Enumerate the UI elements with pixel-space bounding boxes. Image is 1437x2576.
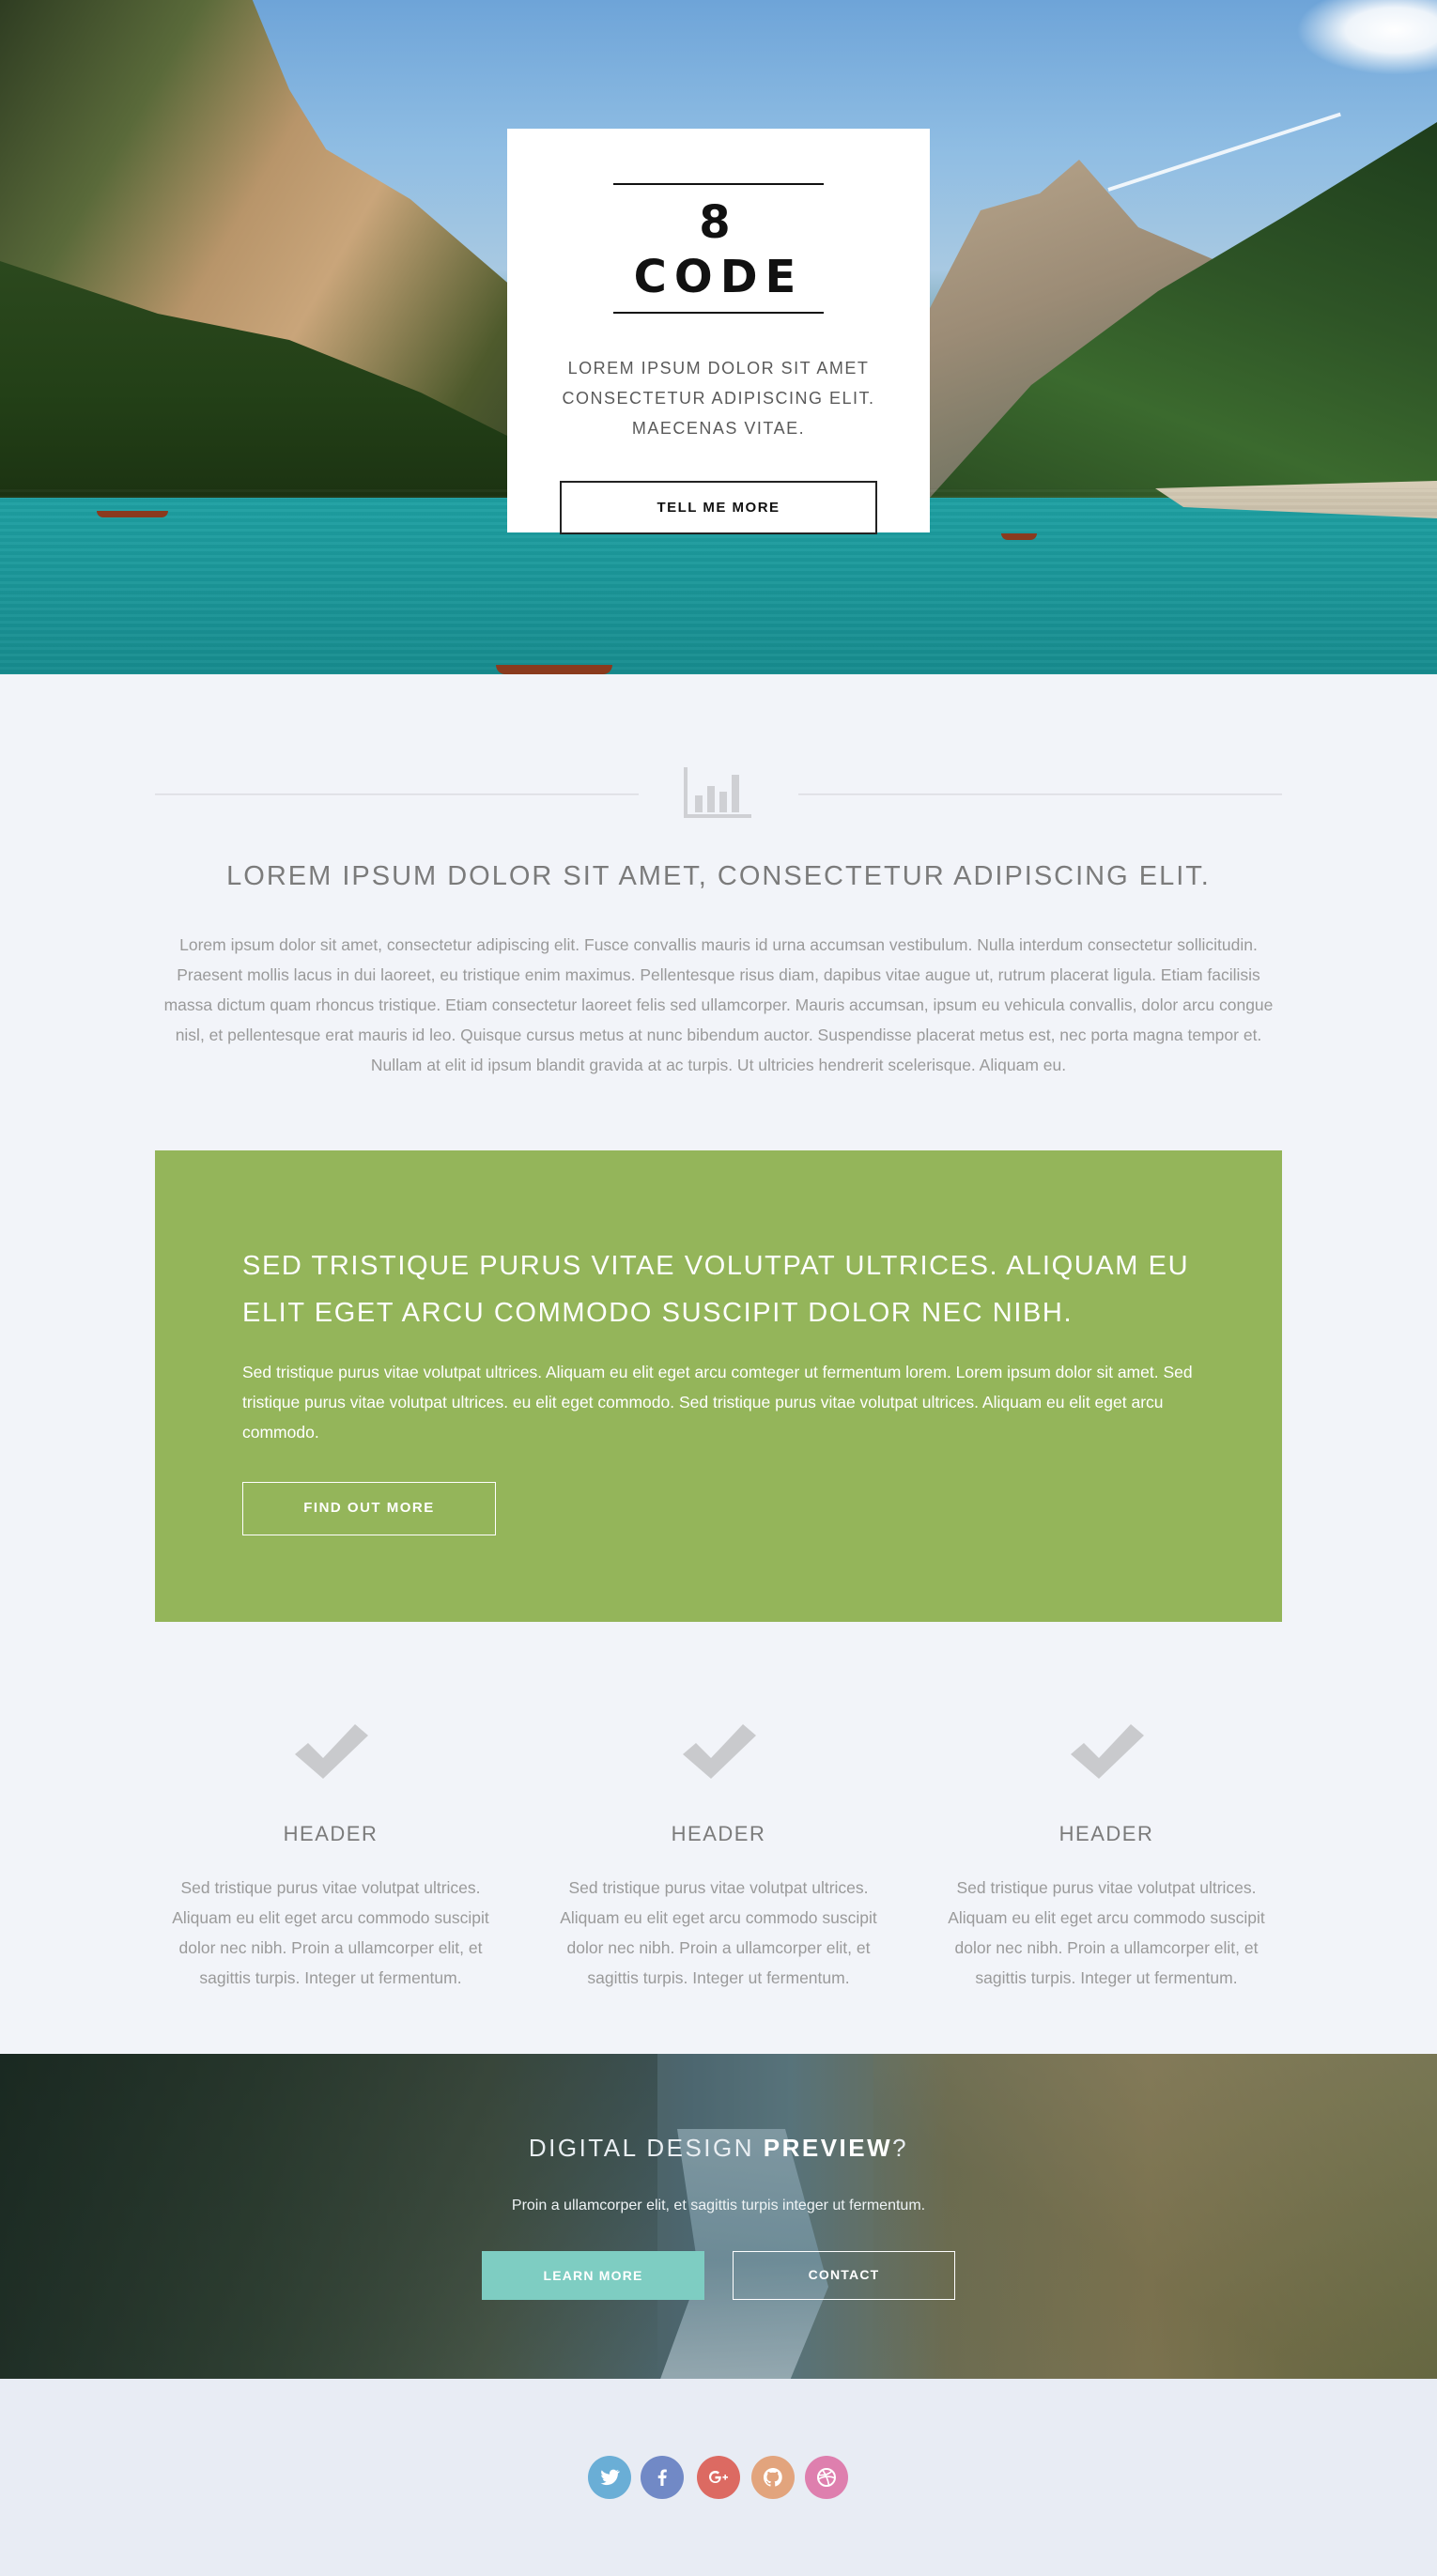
tell-me-more-button[interactable]: TELL ME MORE bbox=[560, 481, 877, 534]
feature-header: HEADER bbox=[283, 1822, 379, 1845]
feature-column: HEADER Sed tristique purus vitae volutpa… bbox=[540, 1719, 897, 1993]
divider-left bbox=[155, 794, 639, 795]
feature-header: HEADER bbox=[671, 1822, 766, 1845]
checkmark-icon bbox=[683, 1724, 756, 1779]
intro-title: LOREM IPSUM DOLOR SIT AMET, CONSECTETUR … bbox=[226, 861, 1211, 891]
feature-column: HEADER Sed tristique purus vitae volutpa… bbox=[928, 1719, 1285, 1993]
learn-more-button[interactable]: LEARN MORE bbox=[482, 2251, 704, 2300]
twitter-icon[interactable] bbox=[588, 2456, 631, 2499]
google-plus-icon[interactable] bbox=[697, 2456, 740, 2499]
facebook-icon[interactable] bbox=[641, 2456, 684, 2499]
banner-title-end: ? bbox=[892, 2134, 909, 2162]
banner-overlay bbox=[0, 2054, 1437, 2379]
hero-plane-trail bbox=[1107, 112, 1341, 192]
bar-chart-icon bbox=[684, 767, 751, 818]
site-logo[interactable]: 8 CODE bbox=[613, 195, 824, 304]
hero-tagline: LOREM IPSUM DOLOR SIT AMET CONSECTETUR A… bbox=[562, 359, 875, 438]
promo-title: SED TRISTIQUE PURUS VITAE VOLUTPAT ULTRI… bbox=[242, 1251, 1190, 1328]
hero-boat bbox=[496, 665, 612, 674]
feature-text: Sed tristique purus vitae volutpat ultri… bbox=[560, 1878, 877, 1987]
feature-header: HEADER bbox=[1058, 1822, 1154, 1845]
checkmark-icon bbox=[1071, 1724, 1144, 1779]
hero-boat bbox=[97, 511, 168, 517]
promo-body: Sed tristique purus vitae volutpat ultri… bbox=[242, 1363, 1193, 1442]
intro-body: Lorem ipsum dolor sit amet, consectetur … bbox=[163, 935, 1274, 1074]
github-icon[interactable] bbox=[751, 2456, 795, 2499]
logo-frame: 8 CODE bbox=[613, 183, 824, 314]
checkmark-icon bbox=[295, 1724, 368, 1779]
divider-right bbox=[798, 794, 1282, 795]
feature-column: HEADER Sed tristique purus vitae volutpa… bbox=[152, 1719, 509, 1993]
hero-boat bbox=[1001, 533, 1037, 540]
dribbble-icon[interactable] bbox=[805, 2456, 848, 2499]
contact-button[interactable]: CONTACT bbox=[733, 2251, 955, 2300]
hero-section: 8 CODE LOREM IPSUM DOLOR SIT AMET CONSEC… bbox=[0, 0, 1437, 674]
hero-cloud bbox=[1296, 0, 1437, 75]
find-out-more-button[interactable]: FIND OUT MORE bbox=[242, 1482, 496, 1535]
banner-title: DIGITAL DESIGN PREVIEW? bbox=[0, 2134, 1437, 2163]
banner-title-light: DIGITAL DESIGN bbox=[528, 2134, 764, 2162]
banner-title-strong: PREVIEW bbox=[763, 2134, 893, 2162]
feature-text: Sed tristique purus vitae volutpat ultri… bbox=[948, 1878, 1265, 1987]
promo-section: SED TRISTIQUE PURUS VITAE VOLUTPAT ULTRI… bbox=[155, 1150, 1282, 1622]
feature-text: Sed tristique purus vitae volutpat ultri… bbox=[172, 1878, 489, 1987]
preview-banner: DIGITAL DESIGN PREVIEW? Proin a ullamcor… bbox=[0, 2054, 1437, 2379]
hero-card: 8 CODE LOREM IPSUM DOLOR SIT AMET CONSEC… bbox=[507, 129, 930, 534]
banner-subtitle: Proin a ullamcorper elit, et sagittis tu… bbox=[511, 2198, 926, 2214]
